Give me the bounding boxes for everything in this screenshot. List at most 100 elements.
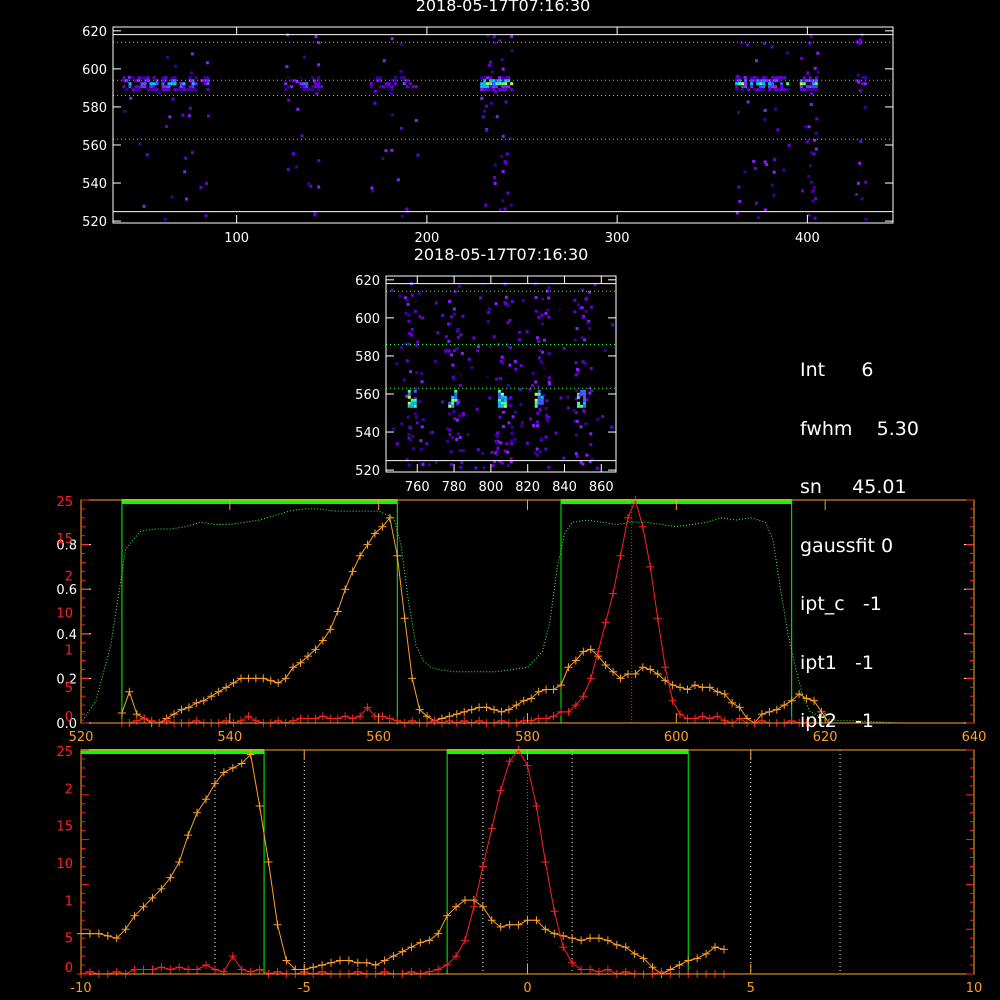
image-pixel [496,446,500,450]
image-pixel [519,364,523,368]
data-point [621,943,630,952]
data-point [467,705,476,714]
y-red-tick-label: 2 [65,569,73,584]
data-point [603,936,612,945]
info-line: Int 6 [800,359,874,381]
data-point [612,940,621,949]
y-red-tick-label: 1 [65,894,73,909]
image-pixel [574,433,578,437]
data-point [333,607,342,616]
image-pixel [543,374,547,378]
image-pixel [858,161,862,165]
image-pixel [452,307,456,311]
image-pixel [393,82,397,86]
data-point [586,674,595,683]
image-pixel [191,85,195,89]
data-point [103,931,112,940]
image-pixel [589,305,593,309]
image-pixel [480,82,484,86]
image-pixel [483,82,487,86]
image-pixel [495,453,499,457]
image-pixel [418,315,422,319]
image-pixel [448,432,452,436]
image-pixel [456,346,460,350]
image-pixel [414,299,418,303]
image-pixel [747,88,751,92]
image-pixel [744,82,748,86]
data-point [281,674,290,683]
image-pixel [511,415,515,419]
image-pixel [540,437,544,441]
image-pixel [534,295,538,299]
image-pixel [134,88,138,92]
image-pixel [170,76,174,80]
y-red-tick-label: 1 [65,644,73,659]
image-pixel [540,398,544,402]
data-point [353,958,362,967]
image-pixel [421,417,425,421]
image-pixel [393,79,397,83]
image-pixel [808,85,812,89]
image-pixel [534,398,538,402]
image-pixel [487,310,491,314]
data-point [416,938,425,947]
image-pixel [410,401,414,405]
data-point [594,967,603,976]
image-pixel [514,367,518,371]
image-pixel [520,420,524,424]
image-pixel [780,76,784,80]
image-pixel [536,420,540,424]
data-point [487,824,496,833]
image-pixel [299,76,303,80]
image-pixel [814,85,818,89]
image-pixel [611,323,615,327]
image-pixel [179,82,183,86]
image-pixel [450,353,454,357]
image-pixel [580,389,584,393]
image-pixel [467,357,471,361]
image-pixel [765,163,769,167]
image-pixel [389,92,393,96]
image-pixel [498,88,502,92]
image-pixel [806,71,810,75]
x-tick-label: 860 [589,480,614,495]
image-pixel [495,115,499,119]
image-pixel [762,79,766,83]
image-pixel [441,313,445,317]
image-pixel [752,159,756,163]
image-pixel [507,304,511,308]
data-point [157,963,166,972]
image-pixel [504,85,508,89]
image-pixel [735,82,739,86]
image-pixel [768,82,772,86]
image-pixel [577,303,581,307]
data-point [175,963,184,972]
image-pixel [812,185,816,189]
data-point [496,922,505,931]
image-pixel [583,395,587,399]
image-pixel [484,203,488,207]
image-pixel [774,88,778,92]
image-pixel [774,79,778,83]
image-pixel [813,216,817,220]
y-red-tick-label: 2 [65,782,73,797]
data-point [577,965,586,974]
image-pixel [384,82,388,86]
data-point [496,786,505,795]
image-pixel [285,65,289,69]
image-pixel [756,88,760,92]
image-pixel [194,76,198,80]
image-pixel [370,186,374,190]
image-pixel [311,88,315,92]
image-pixel [137,76,141,80]
image-pixel [483,76,487,80]
image-pixel [390,88,394,92]
image-pixel [782,168,786,172]
image-pixel [809,102,813,106]
data-point [523,761,532,770]
image-pixel [799,85,803,89]
image-pixel [771,76,775,80]
image-pixel [155,88,159,92]
image-pixel [529,417,533,421]
image-pixel [753,76,757,80]
